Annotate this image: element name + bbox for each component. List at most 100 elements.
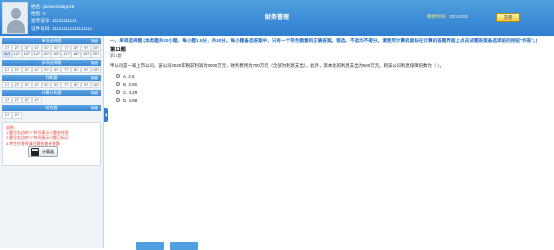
question-cell[interactable]: 16?	[51, 51, 62, 58]
ticket-row: 准考证号: 11111111111	[31, 17, 92, 24]
previous-question-button[interactable]	[136, 242, 164, 250]
question-cell[interactable]: 7?	[61, 81, 72, 89]
avatar-body	[7, 20, 25, 33]
gender-row: 性别: X	[31, 10, 92, 17]
question-panel: 一、单项选择题 (本类题共20小题，每小题1.5分，共30分。每小题备选答案中，…	[110, 38, 554, 104]
option-text: 4.29	[128, 89, 138, 95]
question-cell[interactable]: 5?	[41, 66, 52, 73]
section-header-single-choice[interactable]: 单项选择题 隐藏	[2, 38, 101, 44]
question-cell[interactable]: 1?	[2, 112, 12, 119]
question-cell[interactable]: 12?	[11, 51, 22, 58]
section-title: 判断题	[45, 74, 58, 80]
question-cell[interactable]: 17?	[61, 51, 72, 58]
gender-value: X	[42, 11, 46, 17]
timer-value: 03:14:53	[449, 14, 468, 19]
avatar-head	[11, 8, 21, 19]
section-toggle[interactable]: 隐藏	[91, 90, 98, 96]
timer-label: 剩余时间:	[427, 14, 447, 19]
question-cell[interactable]: 1?	[2, 66, 12, 73]
question-cell[interactable]: 2?	[11, 81, 22, 89]
option-text: 4.88	[128, 97, 138, 103]
section-toggle[interactable]: 隐藏	[91, 60, 98, 66]
option-text: 3.08	[128, 81, 137, 87]
gender-label: 性别:	[31, 11, 42, 17]
question-cell[interactable]: 11?	[2, 51, 12, 58]
radio-button[interactable]	[116, 74, 120, 79]
question-grid: 1? 2? 3? 4? 5? 6? 7? 8? 9? 10?	[2, 66, 101, 73]
candidate-info: 姓名: jiaoweizdagc48 性别: X 准考证号: 111111111…	[31, 3, 92, 32]
section-toggle[interactable]: 隐藏	[91, 75, 98, 81]
option-b[interactable]: B. 3.08	[116, 80, 554, 88]
ticket-value: 11111111111	[51, 18, 77, 24]
option-c[interactable]: C. 4.29	[116, 88, 554, 96]
question-cell[interactable]: 8?	[71, 66, 82, 73]
question-cell[interactable]: 14?	[31, 51, 42, 58]
question-cell[interactable]: 4?	[31, 66, 42, 73]
answer-tips: 说明: 1.题号右边的"?"符号表示小题未作答 2.题号右边的"√"符号表示小题…	[2, 121, 101, 166]
radio-button[interactable]	[116, 98, 120, 103]
question-cell[interactable]: 1?	[2, 97, 12, 104]
question-grid: 1? 2?	[2, 112, 101, 119]
question-cell[interactable]: 2?	[11, 66, 22, 73]
name-row: 姓名: jiaoweizdagc48	[31, 3, 92, 10]
radio-button[interactable]	[116, 90, 120, 95]
question-cell[interactable]: 4?	[31, 97, 42, 104]
option-d[interactable]: D. 4.88	[116, 96, 554, 104]
question-cell[interactable]: 8?	[71, 81, 82, 89]
question-cell[interactable]: 9?	[81, 66, 92, 73]
cert-label: 证件号码:	[31, 25, 51, 31]
section-header-comprehensive[interactable]: 综合题 隐藏	[2, 105, 101, 112]
option-letter: D.	[123, 97, 128, 103]
timer: 剩余时间: 03:14:53	[427, 14, 468, 20]
collapse-sidebar-handle[interactable]	[104, 108, 108, 122]
section-title: 单项选择题	[41, 38, 62, 43]
calculator-icon	[31, 148, 39, 156]
question-cell[interactable]: 19?	[81, 51, 92, 58]
question-cell[interactable]: 18?	[71, 51, 82, 58]
option-letter: A.	[123, 73, 128, 79]
section-toggle[interactable]: 隐藏	[91, 105, 98, 111]
option-a[interactable]: A. 2.5	[116, 72, 554, 80]
question-subtitle: 第11题	[110, 54, 122, 59]
calculator-button[interactable]: 计算器	[28, 146, 58, 157]
question-grid: 1? 2? 3? 4? 5? 6? 7? 8? 9? 10? 11? 12? 13? 14? 15? 16? 1…	[2, 45, 101, 58]
question-cell[interactable]: 3?	[21, 81, 32, 89]
cert-value: 111111111111111111	[51, 25, 93, 31]
calculator-label: 计算器	[42, 149, 54, 154]
section-title: 计算分析题	[41, 90, 62, 96]
question-cell[interactable]: 2?	[11, 97, 22, 104]
section-toggle[interactable]: 隐藏	[91, 38, 98, 44]
submit-button[interactable]: 交卷	[496, 13, 520, 22]
section-title: 多项选择题	[41, 59, 62, 65]
name-value: jiaoweizdagc48	[42, 4, 75, 9]
section-header-calculation[interactable]: 计算分析题 隐藏	[2, 90, 101, 97]
question-cell[interactable]: 3?	[21, 66, 32, 73]
question-navigator: 单项选择题 隐藏 1? 2? 3? 4? 5? 6? 7? 8? 9? 10? 11? 12? 13? 14…	[0, 36, 104, 248]
question-stem: 甲公司是一家上市公司，该公司2020年税前利润为3000万元，财务费用为700万…	[110, 63, 444, 69]
question-cell[interactable]: 1?	[2, 81, 12, 89]
ticket-label: 准考证号:	[31, 18, 51, 24]
name-label: 姓名:	[31, 4, 42, 9]
question-cell[interactable]: 6?	[51, 66, 62, 73]
top-bar: 姓名: jiaoweizdagc48 性别: X 准考证号: 111111111…	[0, 0, 554, 36]
question-cell[interactable]: 13?	[21, 51, 32, 58]
question-cell[interactable]: 6?	[51, 81, 62, 89]
question-cell[interactable]: 2?	[11, 112, 22, 119]
section-header-multiple-choice[interactable]: 多项选择题 隐藏	[2, 59, 101, 66]
question-cell[interactable]: 9?	[81, 81, 92, 89]
question-grid: 1? 2? 3? 4? 5? 6? 7? 8? 9? 10?	[2, 81, 101, 89]
question-cell[interactable]: 10?	[91, 81, 101, 89]
question-cell[interactable]: 7?	[61, 66, 72, 73]
section-header-true-false[interactable]: 判断题 隐藏	[2, 74, 101, 81]
question-number: 第11题	[110, 47, 126, 54]
next-question-button[interactable]	[170, 242, 198, 250]
section-instructions: 一、单项选择题 (本类题共20小题，每小题1.5分，共30分。每小题备选答案中，…	[110, 38, 538, 43]
question-cell[interactable]: 20?	[91, 51, 101, 58]
question-cell[interactable]: 5?	[41, 81, 52, 89]
question-cell[interactable]: 3?	[21, 97, 32, 104]
question-grid: 1? 2? 3? 4?	[2, 97, 101, 104]
question-cell[interactable]: 15?	[41, 51, 52, 58]
question-cell[interactable]: 10?	[91, 66, 101, 73]
radio-button[interactable]	[116, 82, 120, 87]
question-cell[interactable]: 4?	[31, 81, 42, 89]
